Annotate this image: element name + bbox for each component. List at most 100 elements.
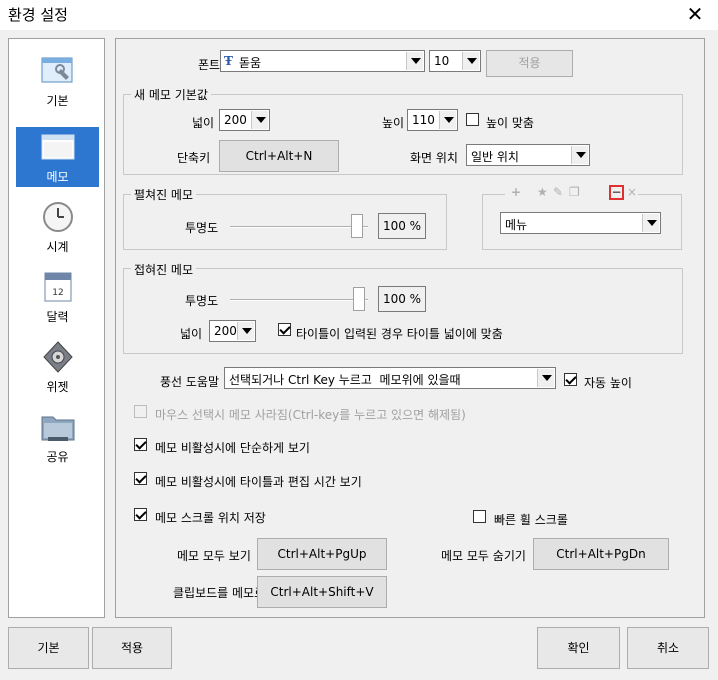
screen-position-select[interactable]: 일반 위치 — [466, 144, 590, 166]
collapsed-opacity-slider-thumb[interactable] — [353, 287, 365, 311]
hide-all-hotkey-button[interactable]: Ctrl+Alt+PgDn — [533, 538, 669, 570]
collapsed-opacity-label: 투명도 — [185, 294, 219, 308]
memo-toolbar-preview: + ★ ✎ ❐ − × — [505, 183, 638, 203]
sidebar-item-share[interactable]: 공유 — [16, 407, 99, 467]
chevron-down-icon[interactable] — [462, 52, 479, 70]
collapsed-memo-group-title: 접혀진 메모 — [131, 261, 197, 278]
shortcut-label: 단축키 — [177, 151, 211, 165]
pin-icon: ✎ — [553, 185, 564, 199]
sidebar-item-widget[interactable]: 위젯 — [16, 337, 99, 397]
width-select[interactable]: 200 — [219, 109, 270, 131]
auto-height-label: 자동 높이 — [584, 376, 632, 390]
new-memo-group-title: 새 메모 기본값 — [131, 86, 211, 103]
height-label: 높이 — [382, 116, 405, 130]
memo-window-icon — [41, 134, 75, 160]
star-icon: ★ — [537, 185, 548, 199]
minus-icon: − — [609, 185, 624, 200]
font-size-select[interactable]: 10 — [429, 50, 481, 72]
sidebar-item-calendar[interactable]: 12 달력 — [16, 267, 99, 327]
sidebar-item-clock[interactable]: 시계 — [16, 197, 99, 257]
hide-all-label: 메모 모두 숨기기 — [441, 549, 526, 563]
expanded-opacity-slider-thumb[interactable] — [351, 214, 363, 238]
font-size-value: 10 — [434, 54, 450, 68]
balloon-help-label: 풍선 도움말 — [160, 375, 220, 389]
show-all-hotkey-button[interactable]: Ctrl+Alt+PgUp — [257, 538, 387, 570]
sidebar-item-memo[interactable]: 메모 — [16, 127, 99, 187]
close-icon[interactable]: ✕ — [683, 2, 707, 26]
copy-icon: ❐ — [569, 185, 580, 199]
sidebar-item-label: 위젯 — [46, 380, 69, 394]
width-value: 200 — [224, 113, 247, 127]
title-time-view-checkbox[interactable] — [134, 472, 147, 485]
sidebar-item-label: 공유 — [46, 450, 69, 464]
mouse-hide-label: 마우스 선택시 메모 사라짐(Ctrl-key를 누르고 있으면 해제됨) — [155, 408, 466, 422]
font-label: 폰트 — [198, 58, 221, 72]
chevron-down-icon[interactable] — [237, 322, 254, 340]
collapsed-opacity-value: 100 % — [378, 286, 426, 312]
collapsed-width-value: 200 — [214, 324, 237, 338]
width-label: 넓이 — [192, 116, 215, 130]
save-scroll-checkbox[interactable] — [134, 508, 147, 521]
screen-position-label: 화면 위치 — [410, 151, 458, 165]
font-apply-button[interactable]: 적용 — [486, 50, 573, 77]
expanded-opacity-slider[interactable] — [230, 226, 368, 228]
apply-button[interactable]: 적용 — [92, 627, 172, 669]
chevron-down-icon[interactable] — [571, 146, 588, 164]
collapsed-width-label: 넓이 — [180, 327, 203, 341]
mouse-hide-checkbox[interactable] — [134, 405, 147, 418]
collapsed-width-select[interactable]: 200 — [209, 320, 256, 342]
sidebar-item-label: 시계 — [46, 240, 69, 254]
settings-window-icon — [41, 57, 73, 83]
screen-position-value: 일반 위치 — [471, 150, 519, 164]
balloon-help-value: 선택되거나 Ctrl Key 누르고 메모위에 있을때 — [229, 373, 461, 387]
sidebar-item-label: 메모 — [46, 170, 69, 184]
calendar-day: 12 — [52, 288, 63, 298]
chevron-down-icon[interactable] — [439, 111, 456, 129]
simple-view-label: 메모 비활성시에 단순하게 보기 — [155, 441, 310, 455]
close-icon: × — [627, 185, 638, 199]
sidebar-item-general[interactable]: 기본 — [16, 51, 99, 111]
font-select[interactable]: Ŧ 돋움 — [220, 50, 425, 72]
show-all-label: 메모 모두 보기 — [177, 549, 251, 563]
fit-height-checkbox[interactable] — [466, 113, 479, 126]
expanded-memo-group-title: 펼쳐진 메모 — [131, 186, 197, 203]
new-memo-shortcut-button[interactable]: Ctrl+Alt+N — [219, 140, 339, 172]
title-bar: 환경 설정 ✕ — [0, 0, 718, 30]
default-button[interactable]: 기본 — [8, 627, 89, 669]
balloon-help-select[interactable]: 선택되거나 Ctrl Key 누르고 메모위에 있을때 — [224, 367, 556, 389]
cancel-button[interactable]: 취소 — [627, 627, 709, 669]
widget-icon — [43, 341, 73, 373]
chevron-down-icon[interactable] — [642, 214, 659, 232]
chevron-down-icon[interactable] — [251, 111, 268, 129]
window-title: 환경 설정 — [8, 6, 68, 24]
save-scroll-label: 메모 스크롤 위치 저장 — [155, 511, 266, 525]
height-value: 110 — [412, 113, 435, 127]
expanded-opacity-value: 100 % — [378, 213, 426, 239]
sidebar-item-label: 기본 — [46, 94, 69, 108]
menu-select[interactable]: 메뉴 — [500, 212, 661, 234]
chevron-down-icon[interactable] — [406, 52, 423, 70]
fit-title-label: 타이틀이 입력된 경우 타이틀 넓이에 맞춤 — [296, 327, 503, 341]
fit-title-checkbox[interactable] — [278, 323, 291, 336]
simple-view-checkbox[interactable] — [134, 438, 147, 451]
expanded-opacity-label: 투명도 — [185, 221, 219, 235]
plus-icon: + — [511, 185, 522, 199]
folder-share-icon — [41, 416, 75, 441]
font-value: 돋움 — [239, 56, 262, 70]
height-select[interactable]: 110 — [407, 109, 458, 131]
font-type-icon: Ŧ — [224, 54, 233, 68]
collapsed-opacity-slider[interactable] — [230, 299, 368, 301]
chevron-down-icon[interactable] — [537, 369, 554, 387]
sidebar-item-label: 달력 — [46, 310, 69, 324]
title-time-view-label: 메모 비활성시에 타이틀과 편집 시간 보기 — [155, 475, 362, 489]
clipboard-hotkey-button[interactable]: Ctrl+Alt+Shift+V — [257, 576, 387, 608]
clipboard-label: 클립보드를 메모로 — [173, 586, 266, 600]
fast-wheel-checkbox[interactable] — [473, 510, 486, 523]
ok-button[interactable]: 확인 — [537, 627, 620, 669]
auto-height-checkbox[interactable] — [564, 373, 577, 386]
fast-wheel-label: 빠른 휠 스크롤 — [494, 513, 568, 527]
menu-value: 메뉴 — [505, 218, 528, 232]
clock-icon — [43, 202, 73, 232]
sidebar: 기본 메모 시계 12 달력 위젯 공유 — [8, 38, 105, 618]
calendar-icon: 12 — [44, 272, 72, 302]
